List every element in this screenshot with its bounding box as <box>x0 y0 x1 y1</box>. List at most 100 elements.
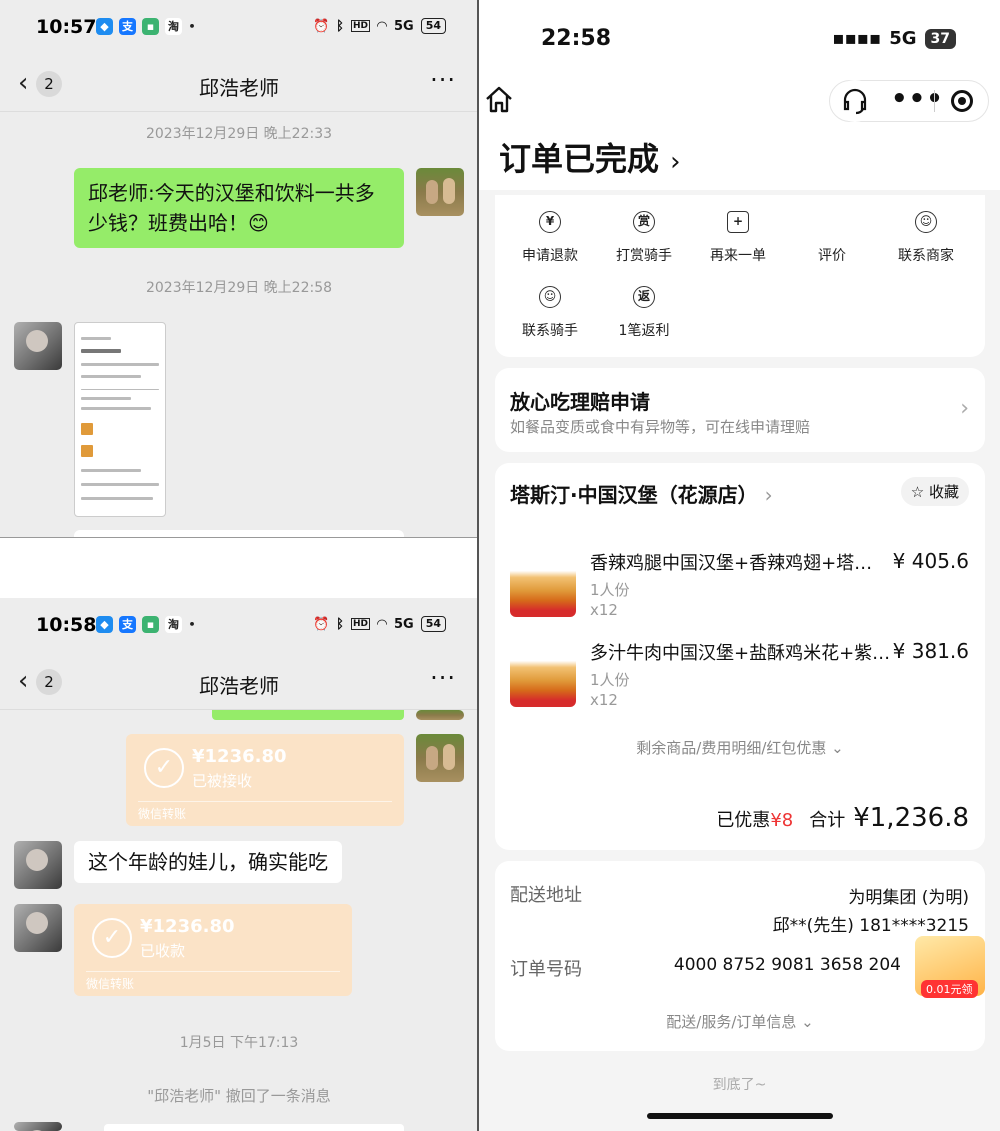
message-bubble[interactable] <box>74 530 404 537</box>
rider-icon: ☺ <box>539 286 561 308</box>
dot-icon: • <box>188 20 196 33</box>
message-bubble[interactable]: 这个年龄的娃儿，确实能吃 <box>74 841 342 883</box>
action-review[interactable]: 评价 <box>784 211 880 265</box>
check-icon: ✓ <box>144 748 184 788</box>
order-number-label: 订单号码 <box>510 959 582 980</box>
signal-icon: 5G <box>393 18 414 34</box>
signal-icon: 5G <box>393 616 414 632</box>
avatar[interactable] <box>416 168 464 216</box>
promo-label: 0.01元领 <box>921 980 978 998</box>
chat-screenshot-1: 10:57 ◆ 支 ▪ 淘 • ⏰ ᛒ HD ◠ 5G 54 ‹ 2 邱浩老师 … <box>0 0 478 537</box>
transfer-footer: 微信转账 <box>86 971 340 992</box>
check-icon: ✓ <box>92 918 132 958</box>
expand-more[interactable]: 剩余商品/费用明细/红包优惠 ⌄ <box>495 737 985 758</box>
order-status-title[interactable]: 订单已完成 › <box>499 134 681 180</box>
home-indicator[interactable] <box>647 1113 833 1119</box>
dot-icon: • <box>188 618 196 631</box>
transfer-footer: 微信转账 <box>138 801 392 822</box>
message-bubble-partial <box>104 1124 404 1131</box>
more-icon[interactable]: ••• <box>891 84 944 114</box>
claim-subtitle: 如餐品变质或食中有异物等，可在线申请理赔 <box>510 418 811 436</box>
item-thumbnail[interactable] <box>510 551 576 617</box>
expand-delivery-info[interactable]: 配送/服务/订单信息 ⌄ <box>495 1011 985 1032</box>
hd-icon: HD <box>350 20 370 32</box>
end-of-page: 到底了~ <box>712 1077 767 1093</box>
discount-label: 已优惠 <box>716 810 771 831</box>
item-name: 多汁牛肉中国汉堡+盐酥鸡米花+紫… <box>590 643 891 664</box>
total-label: 合计 <box>809 810 846 831</box>
avatar[interactable] <box>14 322 62 370</box>
recall-notice: "邱浩老师" 撤回了一条消息 <box>147 1087 331 1105</box>
chevron-down-icon: ⌄ <box>831 739 844 757</box>
chevron-down-icon: ⌄ <box>801 1013 814 1031</box>
transfer-status: 已收款 <box>140 942 186 960</box>
action-reorder[interactable]: + 再来一单 <box>690 211 786 265</box>
address-line2: 邱**(先生) 181****3215 <box>772 916 969 936</box>
action-refund[interactable]: ¥ 申请退款 <box>502 211 598 265</box>
action-contact-rider[interactable]: ☺ 联系骑手 <box>502 286 598 340</box>
order-number[interactable]: 4000 8752 9081 3658 204 <box>674 955 901 975</box>
store-name[interactable]: 塔斯汀·中国汉堡（花源店） › <box>510 479 773 508</box>
battery-icon: 54 <box>420 18 446 34</box>
address-line1: 为明集团 (为明) <box>848 888 969 908</box>
chevron-right-icon: › <box>670 147 681 177</box>
merchant-icon: ☺ <box>915 211 937 233</box>
delivery-card: 配送地址 为明集团 (为明) 邱**(先生) 181****3215 订单号码 … <box>495 861 985 1051</box>
transfer-status: 已被接收 <box>192 772 253 790</box>
favorite-button[interactable]: ☆ 收藏 <box>900 477 969 506</box>
message-bubble-partial <box>212 710 404 720</box>
wifi-icon: ◠ <box>376 18 387 34</box>
battery-icon: 37 <box>924 28 956 49</box>
capsule-divider <box>934 90 935 112</box>
avatar <box>416 710 464 720</box>
chat-header: ‹ 2 邱浩老师 ··· <box>0 56 478 112</box>
bluetooth-icon: ᛒ <box>336 18 344 34</box>
alarm-icon: ⏰ <box>312 18 330 34</box>
item-price: ¥ 381.6 <box>892 639 969 663</box>
headset-button[interactable] <box>834 80 876 122</box>
total-row: 已优惠 ¥8 合计 ¥1,236.8 <box>716 803 969 833</box>
home-icon[interactable] <box>483 84 515 116</box>
taobao-icon: 淘 <box>165 18 182 35</box>
headset-icon <box>843 88 867 115</box>
notification-icons: ◆ 支 ▪ 淘 • <box>96 18 196 35</box>
image-message[interactable] <box>74 322 166 517</box>
status-time: 10:57 <box>36 16 97 38</box>
promo-floating-badge[interactable]: 0.01元领 <box>915 936 985 998</box>
item-price: ¥ 405.6 <box>892 549 969 573</box>
status-bar: 10:57 ◆ 支 ▪ 淘 • ⏰ ᛒ HD ◠ 5G 54 <box>0 0 478 56</box>
more-icon[interactable]: ··· <box>430 664 456 692</box>
status-bar: 10:58 ◆ 支 ▪ 淘 • ⏰ ᛒ HD ◠ 5G 54 <box>0 598 478 654</box>
app-icon: ◆ <box>96 616 113 633</box>
action-rebate[interactable]: 返 1笔返利 <box>596 286 692 340</box>
avatar[interactable] <box>416 734 464 782</box>
transfer-card[interactable]: ✓ ¥1236.80 已收款 微信转账 <box>74 904 352 996</box>
total-value: ¥1,236.8 <box>853 803 969 833</box>
claim-card[interactable]: 放心吃理赔申请 如餐品变质或食中有异物等，可在线申请理赔 › <box>495 368 985 452</box>
avatar[interactable] <box>14 841 62 889</box>
items-card: 塔斯汀·中国汉堡（花源店） › ☆ 收藏 香辣鸡腿中国汉堡+香辣鸡翅+塔… ¥ … <box>495 463 985 850</box>
transfer-amount: ¥1236.80 <box>140 916 235 937</box>
timestamp: 2023年12月29日 晚上22:33 <box>145 126 333 142</box>
close-mini-program-icon[interactable] <box>951 90 973 112</box>
star-icon: ☆ <box>910 483 925 501</box>
item-serving: 1人份 <box>590 671 630 689</box>
status-right: ▪▪▪▪ 5G 37 <box>832 28 956 49</box>
item-qty: x12 <box>590 691 618 709</box>
hd-icon: HD <box>350 618 370 630</box>
rebate-icon: 返 <box>633 286 655 308</box>
avatar <box>14 1122 62 1131</box>
item-thumbnail[interactable] <box>510 641 576 707</box>
transfer-card[interactable]: ✓ ¥1236.80 已被接收 微信转账 <box>126 734 404 826</box>
bluetooth-icon: ᛒ <box>336 616 344 632</box>
action-tip-rider[interactable]: 赏打赏骑手 <box>596 211 692 265</box>
message-bubble[interactable]: 邱老师:今天的汉堡和饮料一共多少钱？班费出哈！😊 <box>74 168 404 248</box>
order-detail-screenshot: 22:58 ▪▪▪▪ 5G 37 ••• 订单已完成 › ¥ 申请退款 赏打赏骑手… <box>479 0 1000 1131</box>
more-icon[interactable]: ··· <box>430 66 456 94</box>
status-time: 10:58 <box>36 614 97 636</box>
chat-screenshot-2: 10:58 ◆ 支 ▪ 淘 • ⏰ ᛒ HD ◠ 5G 54 ‹ 2 邱浩老师 … <box>0 598 478 1131</box>
status-right: ⏰ ᛒ HD ◠ 5G 54 <box>313 18 446 34</box>
avatar[interactable] <box>14 904 62 952</box>
chevron-right-icon: › <box>960 396 969 421</box>
action-contact-merchant[interactable]: ☺ 联系商家 <box>878 211 974 265</box>
